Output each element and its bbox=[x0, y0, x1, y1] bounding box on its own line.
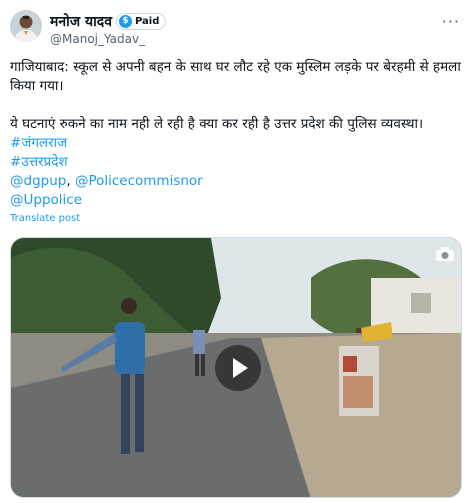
post-line-1: गाजियाबाद: स्कूल से अपनी बहन के साथ घर ल… bbox=[10, 59, 461, 94]
author-handle[interactable]: @Manoj_Yadav_ bbox=[50, 32, 145, 46]
post-text: गाजियाबाद: स्कूल से अपनी बहन के साथ घर ल… bbox=[10, 58, 462, 210]
play-icon bbox=[233, 358, 248, 378]
play-button[interactable] bbox=[215, 345, 261, 391]
mentions-line: @dgpup, @Policecommisnor bbox=[10, 172, 462, 191]
avatar[interactable] bbox=[10, 10, 42, 42]
paid-badge: $ Paid bbox=[116, 12, 167, 30]
avatar-image bbox=[10, 10, 42, 42]
post-header: मनोज यादव $ Paid @Manoj_Yadav_ ··· bbox=[10, 10, 462, 46]
mention-dgpup[interactable]: @dgpup bbox=[10, 173, 66, 189]
mention-policecommisnor[interactable]: @Policecommisnor bbox=[75, 173, 203, 189]
post-line-2: ये घटनाएं रुकने का नाम नही ले रही है क्य… bbox=[10, 116, 424, 132]
camera-icon bbox=[436, 247, 454, 261]
paid-badge-label: Paid bbox=[135, 15, 160, 27]
hashtag-uttarpradesh[interactable]: #उत्तरप्रदेश bbox=[10, 153, 462, 172]
mention-uppolice[interactable]: @Uppolice bbox=[10, 191, 462, 210]
mention-separator: , bbox=[66, 173, 75, 189]
more-options-icon[interactable]: ··· bbox=[442, 12, 460, 31]
author-name[interactable]: मनोज यादव bbox=[50, 12, 112, 31]
hashtag-jungleraj[interactable]: #जंगलराज bbox=[10, 134, 462, 153]
name-row: मनोज यादव $ Paid bbox=[50, 12, 167, 31]
dollar-icon: $ bbox=[119, 14, 132, 28]
video-player[interactable] bbox=[10, 237, 462, 498]
translate-post-link[interactable]: Translate post bbox=[10, 213, 80, 224]
